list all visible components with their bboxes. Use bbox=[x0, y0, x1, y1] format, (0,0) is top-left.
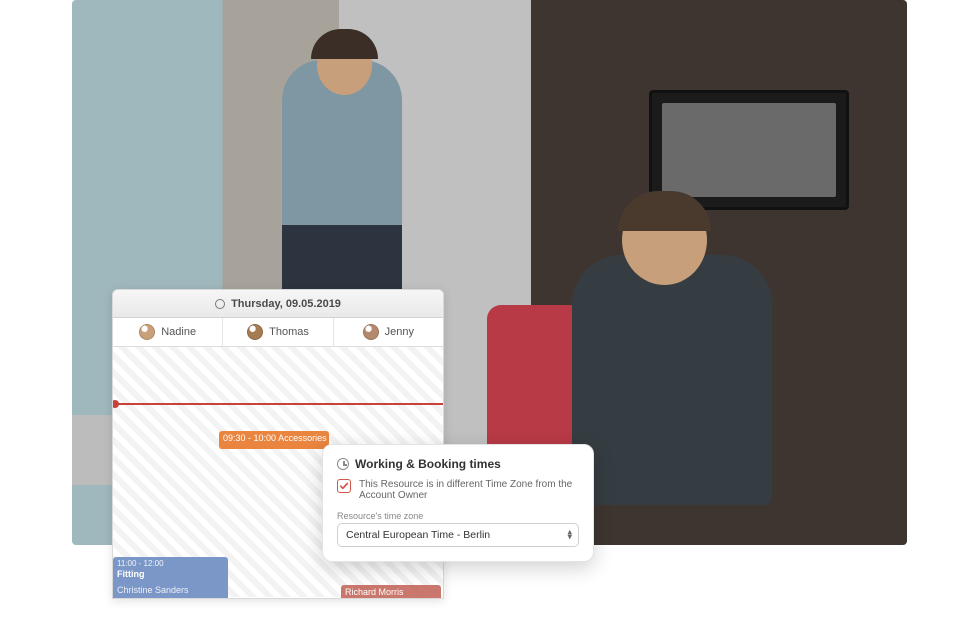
timezone-field-label: Resource's time zone bbox=[337, 511, 579, 521]
event-time: 09:30 - 10:00 bbox=[223, 433, 276, 443]
calendar-col-nadine[interactable]: Nadine bbox=[113, 318, 223, 346]
event-time: 11:00 - 12:00 bbox=[117, 559, 224, 569]
calendar-col-label: Thomas bbox=[269, 326, 309, 338]
calendar-ring-icon bbox=[215, 299, 225, 309]
check-icon bbox=[339, 481, 349, 491]
avatar bbox=[247, 324, 263, 340]
calendar-col-label: Jenny bbox=[385, 326, 414, 338]
different-timezone-checkbox[interactable] bbox=[337, 479, 351, 493]
timezone-value: Central European Time - Berlin bbox=[346, 529, 490, 541]
card-heading: Working & Booking times bbox=[355, 457, 501, 471]
avatar bbox=[139, 324, 155, 340]
card-heading-row: Working & Booking times bbox=[337, 457, 579, 471]
select-caret-icon: ▴▾ bbox=[567, 530, 572, 541]
calendar-col-thomas[interactable]: Thomas bbox=[223, 318, 333, 346]
different-timezone-label: This Resource is in different Time Zone … bbox=[359, 479, 579, 501]
event-accessories[interactable]: 09:30 - 10:00 Accessories - Alexa W. bbox=[219, 431, 329, 449]
event-title: Richard Morris bbox=[345, 587, 404, 597]
event-subtitle: Christine Sanders bbox=[117, 585, 224, 596]
event-title: Fitting bbox=[117, 569, 224, 580]
calendar-col-label: Nadine bbox=[161, 326, 196, 338]
current-time-line bbox=[113, 403, 443, 405]
calendar-date-label: Thursday, 09.05.2019 bbox=[231, 298, 341, 310]
calendar-columns: Nadine Thomas Jenny bbox=[113, 318, 443, 347]
calendar-col-jenny[interactable]: Jenny bbox=[334, 318, 443, 346]
working-booking-card: Working & Booking times This Resource is… bbox=[322, 444, 594, 562]
different-timezone-row[interactable]: This Resource is in different Time Zone … bbox=[337, 479, 579, 501]
event-title: Accessories - Alexa W. bbox=[278, 433, 329, 443]
event-richard[interactable]: Richard Morris bbox=[341, 585, 441, 599]
avatar bbox=[363, 324, 379, 340]
event-fitting[interactable]: 11:00 - 12:00 Fitting Christine Sanders bbox=[113, 557, 228, 599]
calendar-date-header[interactable]: Thursday, 09.05.2019 bbox=[113, 290, 443, 318]
clock-icon bbox=[337, 458, 349, 470]
timezone-select[interactable]: Central European Time - Berlin ▴▾ bbox=[337, 523, 579, 547]
